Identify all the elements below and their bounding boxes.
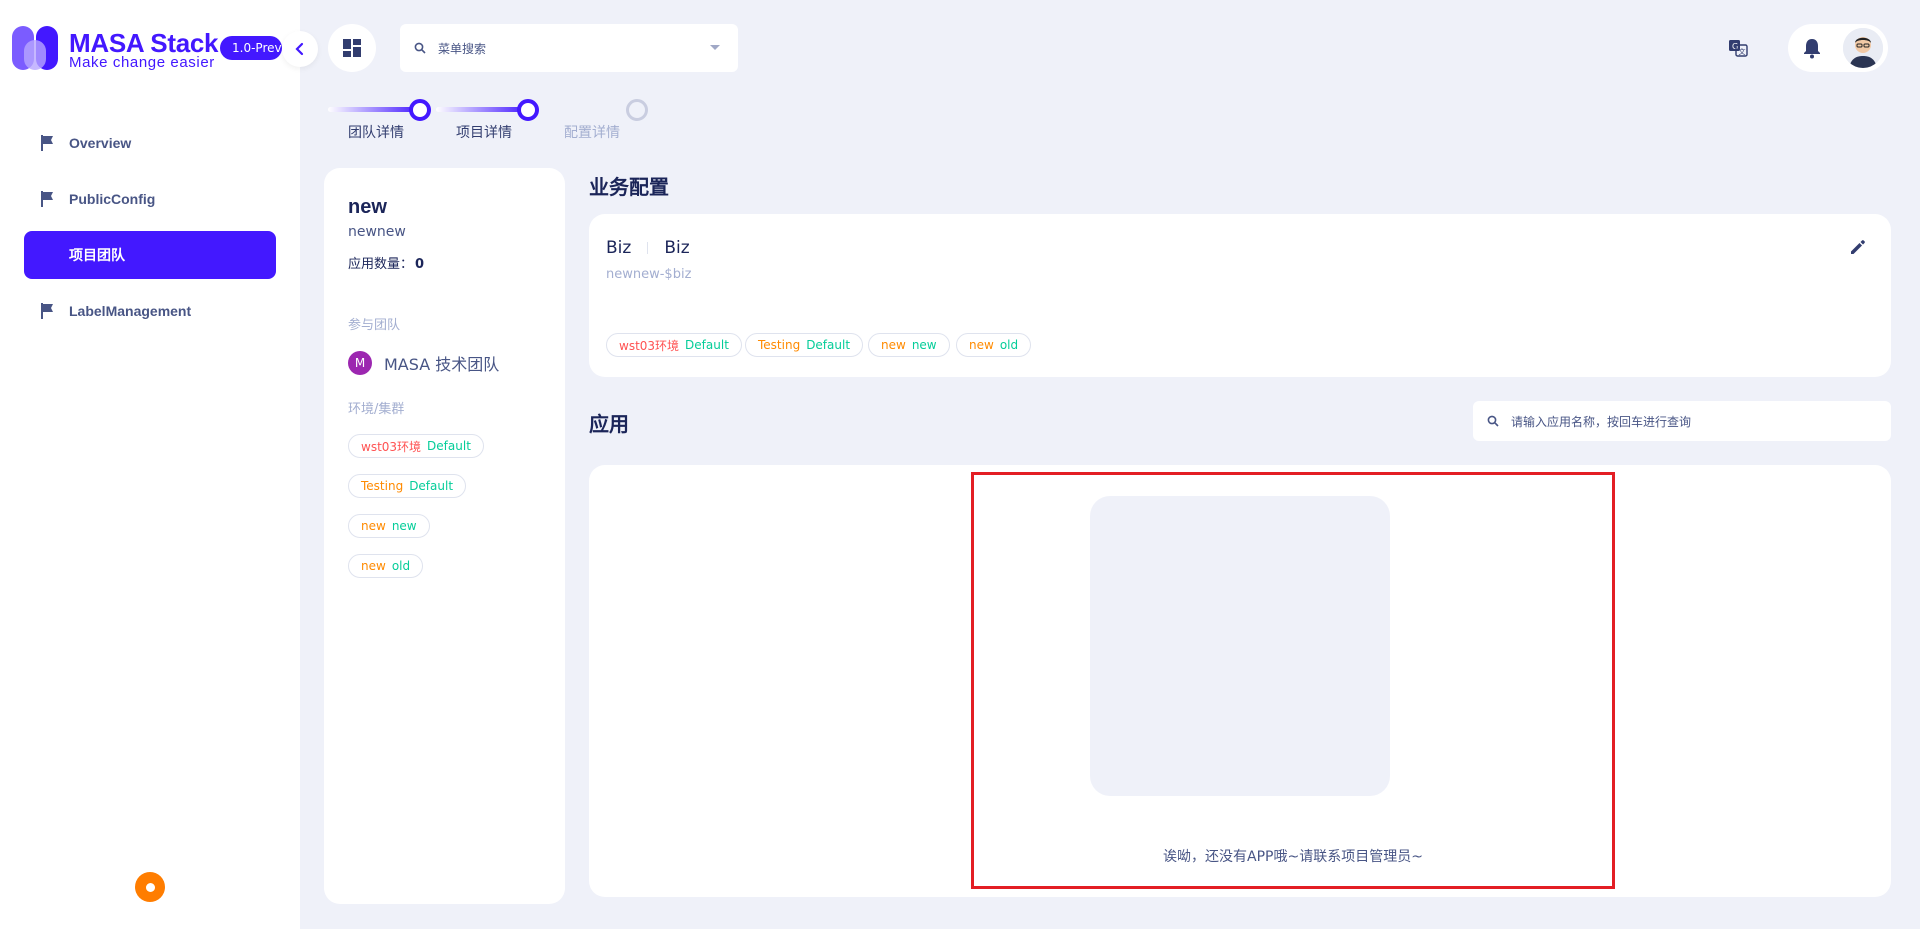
search-icon [414,42,426,54]
flag-icon [41,135,53,151]
divider [647,242,649,254]
sidebar-item-overview[interactable]: Overview [24,119,276,167]
step-2-label[interactable]: 项目详情 [456,122,512,142]
env-cluster-chip: Testing Default [745,333,864,357]
env-section-label: 环境/集群 [348,402,405,417]
app-count-label: 应用数量： [348,257,414,272]
env-name: wst03环境 [361,439,422,454]
menu-search-input[interactable]: 菜单搜索 [400,24,738,72]
env-name: new [361,519,386,533]
app-count-value: 0 [415,257,425,272]
help-button[interactable] [135,872,165,902]
env-cluster-chip: new new [868,333,950,357]
chevron-left-icon [295,42,304,56]
chevron-down-icon[interactable] [710,45,720,50]
team-section-label: 参与团队 [348,318,401,333]
highlight-box [971,472,1615,889]
dashboard-icon [343,39,361,57]
sidebar-item-label: Overview [69,135,132,151]
step-3-label[interactable]: 配置详情 [564,122,620,142]
env-name: new [881,338,906,352]
team-name: MASA 技术团队 [384,355,500,374]
cluster-name: Default [806,338,851,352]
env-cluster-chip: new new [348,514,430,538]
search-icon [1487,415,1499,427]
cluster-name: Default [427,439,471,453]
svg-text:G: G [1732,42,1738,51]
cluster-name: old [999,338,1019,352]
edit-icon[interactable] [1849,238,1867,256]
biz-config-card[interactable]: Biz Biz newnew-$biz wst03环境 Default Test… [589,214,1891,377]
apps-section-title: 应用 [589,414,629,436]
cluster-name: new [911,338,937,352]
env-cluster-chip: new old [956,333,1032,357]
menu-search-placeholder: 菜单搜索 [438,41,487,56]
env-name: Testing [361,479,404,493]
app-search-input[interactable]: 请输入应用名称，按回车进行查询 [1473,401,1891,441]
svg-text:文: 文 [1739,47,1746,56]
project-info-card: new newnew 应用数量： 0 参与团队 M MASA 技术团队 环境/集群… [324,168,565,904]
env-name: new [969,338,994,352]
brand-slogan: Make change easier [69,54,215,71]
biz-name: Biz [606,238,632,258]
team-avatar: M [348,351,372,375]
app-count: 应用数量： 0 [348,253,424,272]
cluster-name: Default [409,479,454,493]
env-cluster-chip: Testing Default [348,474,467,498]
project-identity: newnew [348,224,406,240]
avatar[interactable] [1843,28,1883,68]
stepper-line-2 [436,107,528,112]
sidebar-item-label: PublicConfig [69,191,156,207]
sidebar-item-publicconfig[interactable]: PublicConfig [24,175,276,223]
bell-icon[interactable] [1800,36,1824,60]
sidebar-item-labelmanagement[interactable]: LabelManagement [24,287,276,335]
sidebar-item-label: LabelManagement [69,303,192,319]
step-1-label[interactable]: 团队详情 [348,122,404,142]
step-1-indicator[interactable] [409,99,431,121]
app-switcher-button[interactable] [328,24,376,72]
sidebar-item-project-team[interactable]: 项目团队 [24,231,276,279]
env-name: Testing [758,338,801,352]
stepper-line-1 [328,107,420,112]
env-name: new [361,559,386,573]
step-3-indicator[interactable] [626,99,648,121]
biz-app-id: newnew-$biz [606,267,692,282]
biz-identity: Biz [664,238,690,258]
team-item: M MASA 技术团队 [348,351,499,375]
project-name: new [348,196,387,218]
version-badge: 1.0-Preview [220,36,282,60]
biz-section-title: 业务配置 [589,177,669,199]
env-cluster-chip: wst03环境 Default [348,434,484,458]
sidebar: MASA Stack Make change easier 1.0-Previe… [0,0,300,929]
collapse-sidebar-button[interactable] [282,31,318,67]
cluster-name: new [391,519,417,533]
sidebar-item-label: 项目团队 [69,247,125,263]
app-search-placeholder: 请输入应用名称，按回车进行查询 [1511,414,1692,429]
step-2-indicator[interactable] [517,99,539,121]
flag-icon [41,191,53,207]
cluster-name: old [391,559,411,573]
env-cluster-chip: wst03环境 Default [606,333,742,357]
masa-logo [12,26,58,70]
biz-title: Biz Biz [606,238,690,258]
env-name: wst03环境 [619,338,680,353]
user-avatar-icon [1843,28,1883,68]
flag-icon [41,303,53,319]
translate-icon[interactable]: G 文 [1727,37,1749,59]
env-cluster-chip: new old [348,554,424,578]
cluster-name: Default [685,338,729,352]
